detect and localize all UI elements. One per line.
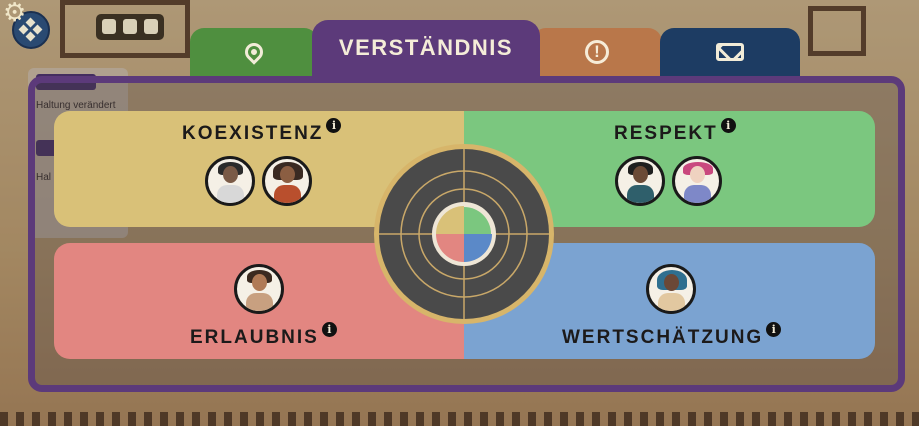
counter-slot-icon [123, 19, 137, 34]
character-avatar[interactable] [234, 264, 284, 314]
tab-understanding-label: VERSTÄNDNIS [338, 35, 514, 60]
envelope-icon [716, 43, 744, 61]
tab-alert[interactable]: ! [532, 28, 662, 76]
character-avatar[interactable] [672, 156, 722, 206]
info-icon[interactable]: i [321, 322, 337, 337]
info-icon[interactable]: i [720, 118, 736, 133]
tab-understanding[interactable]: VERSTÄNDNIS [312, 20, 540, 76]
respekt-label: RESPEKT [614, 123, 718, 144]
menu-icon [32, 24, 43, 35]
character-avatar[interactable] [646, 264, 696, 314]
info-icon[interactable]: i [326, 118, 342, 133]
info-icon[interactable]: i [766, 322, 782, 337]
slot-counter [96, 14, 164, 40]
counter-slot-icon [102, 19, 116, 34]
settings-gear-button[interactable] [0, 0, 30, 30]
tab-mail[interactable] [660, 28, 800, 76]
quadrant-label: WERTSCHÄTZUNG i [562, 322, 782, 349]
character-avatar[interactable] [205, 156, 255, 206]
wertschaetzung-label: WERTSCHÄTZUNG [562, 327, 764, 348]
quadrant-label: ERLAUBNIS i [190, 322, 337, 349]
quadrant-label: KOEXISTENZ i [182, 118, 342, 145]
erlaubnis-label: ERLAUBNIS [190, 327, 319, 348]
menu-icon [25, 17, 36, 28]
exclamation-icon: ! [585, 40, 609, 64]
location-pin-icon [241, 39, 267, 65]
koexistenz-label: KOEXISTENZ [182, 123, 324, 144]
menu-icon [25, 31, 36, 42]
counter-slot-icon [144, 19, 158, 34]
tab-location[interactable] [190, 28, 318, 76]
character-avatar[interactable] [262, 156, 312, 206]
quadrant-label: RESPEKT i [614, 118, 736, 145]
relationship-wheel [374, 144, 554, 324]
character-avatar[interactable] [615, 156, 665, 206]
